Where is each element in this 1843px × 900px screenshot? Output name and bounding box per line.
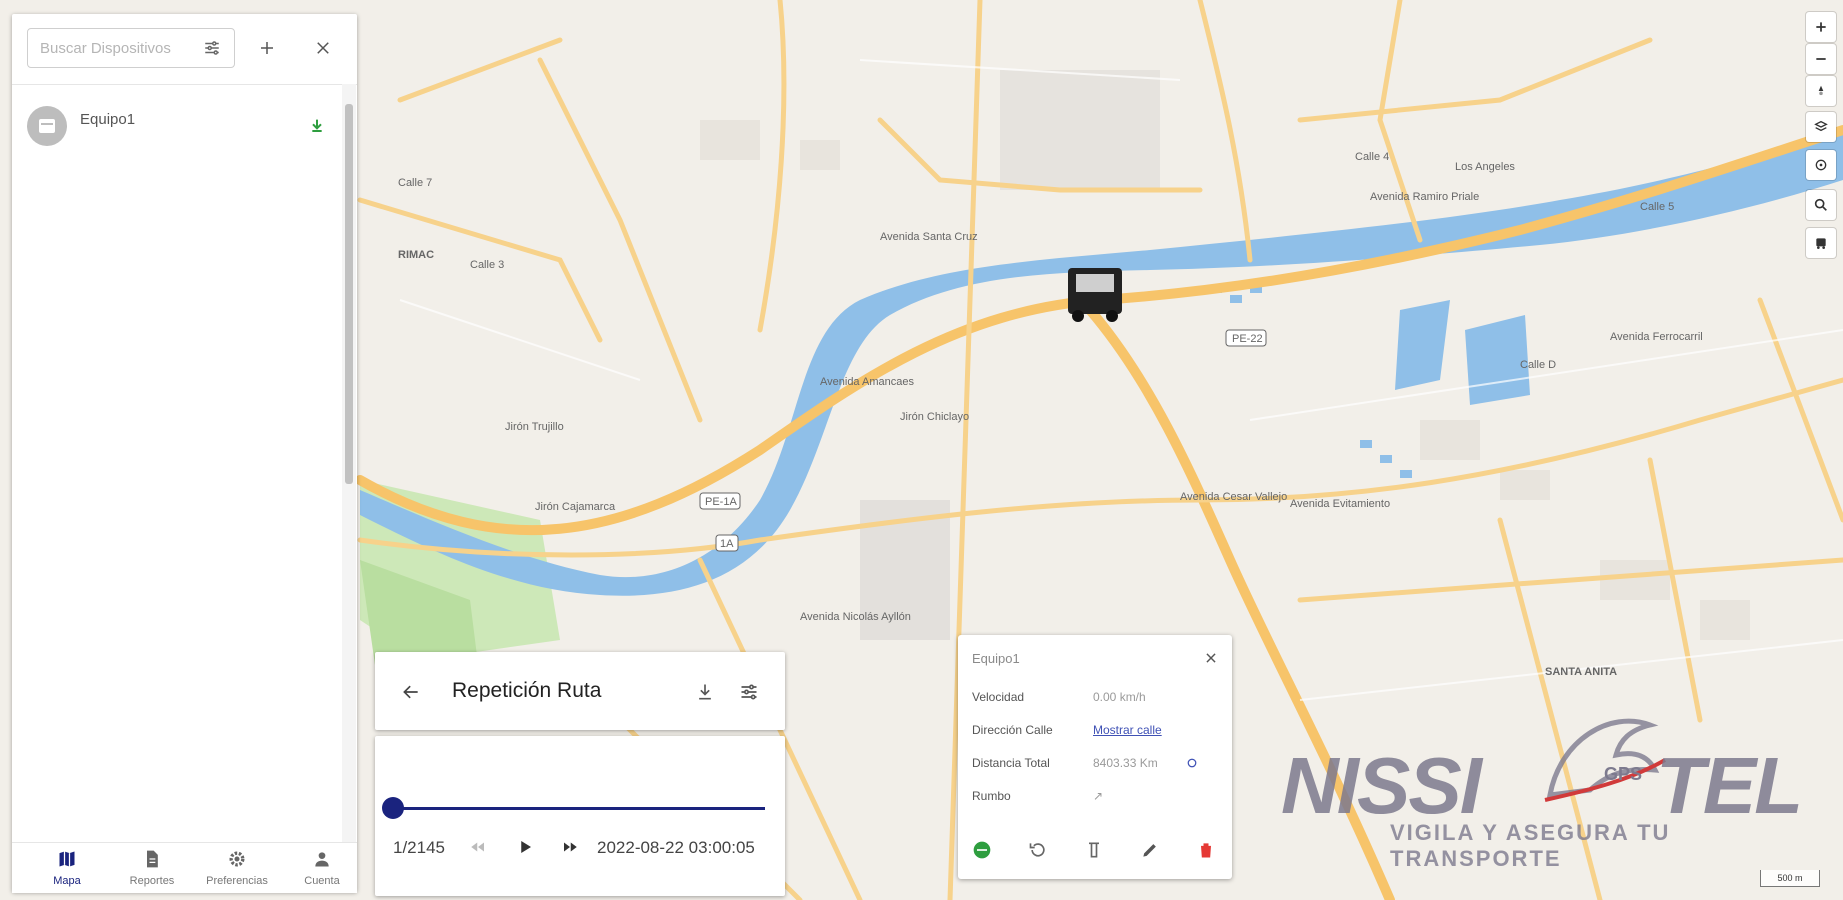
vehicle-toggle-button[interactable] <box>1806 228 1836 258</box>
replay-icon[interactable] <box>1026 838 1050 862</box>
svg-text:Avenida Santa Cruz: Avenida Santa Cruz <box>880 231 978 243</box>
nav-label: Preferencias <box>206 875 268 887</box>
search-input[interactable] <box>38 35 192 61</box>
popup-label: Rumbo <box>972 789 1011 803</box>
nav-label: Mapa <box>53 875 81 887</box>
nav-item-mapa[interactable]: Mapa <box>27 843 107 893</box>
gear-icon <box>227 849 247 869</box>
brand-gps: GPS <box>1604 764 1643 784</box>
scrollbar-thumb[interactable] <box>345 104 353 484</box>
replay-slider-track[interactable] <box>393 807 765 810</box>
popup-label: Dirección Calle <box>972 723 1053 737</box>
document-icon <box>142 849 162 869</box>
svg-text:Avenida Cesar Vallejo: Avenida Cesar Vallejo <box>1180 491 1287 503</box>
map-scale: 500 m <box>1760 870 1820 887</box>
nav-label: Cuenta <box>304 875 340 887</box>
nav-label: Reportes <box>129 875 175 887</box>
brand-suffix: TEL <box>1656 741 1803 830</box>
play-circle-icon[interactable] <box>970 838 994 862</box>
bottom-navigation: Mapa Reportes Preferencias Cuenta <box>12 842 357 893</box>
replay-timestamp: 2022-08-22 03:00:05 <box>597 838 755 857</box>
svg-text:Los Angeles: Los Angeles <box>1455 161 1515 173</box>
popup-device-name: Equipo1 <box>972 651 1020 666</box>
rewind-icon[interactable] <box>465 834 491 860</box>
svg-text:Avenida Ferrocarril: Avenida Ferrocarril <box>1610 331 1703 343</box>
device-popup: Equipo1 Velocidad 0.00 km/h Dirección Ca… <box>958 635 1232 879</box>
zoom-in-button[interactable] <box>1806 12 1836 42</box>
vehicle-marker[interactable] <box>1068 268 1122 322</box>
replay-slider-thumb[interactable] <box>382 797 404 819</box>
map-icon <box>57 849 77 869</box>
close-icon[interactable] <box>1200 647 1222 669</box>
nav-item-preferencias[interactable]: Preferencias <box>197 843 277 893</box>
popup-label: Velocidad <box>972 690 1025 704</box>
device-avatar <box>27 106 67 146</box>
nav-item-reportes[interactable]: Reportes <box>112 843 192 893</box>
info-icon[interactable] <box>1186 757 1198 769</box>
svg-text:Jirón Chiclayo: Jirón Chiclayo <box>900 411 969 423</box>
svg-text:Avenida Nicolás Ayllón: Avenida Nicolás Ayllón <box>800 611 911 623</box>
svg-text:Avenida Amancaes: Avenida Amancaes <box>820 376 914 388</box>
fast-forward-icon[interactable] <box>557 834 583 860</box>
heading-arrow-icon: ↗ <box>1093 789 1104 803</box>
svg-text:Calle 3: Calle 3 <box>470 259 504 271</box>
svg-text:Calle 5: Calle 5 <box>1640 201 1674 213</box>
layers-button[interactable] <box>1806 112 1836 142</box>
svg-text:SANTA ANITA: SANTA ANITA <box>1545 666 1617 678</box>
svg-text:Avenida Ramiro Priale: Avenida Ramiro Priale <box>1370 191 1479 203</box>
svg-text:Calle D: Calle D <box>1520 359 1556 371</box>
compass-button[interactable] <box>1806 76 1836 106</box>
person-icon <box>312 849 332 869</box>
replay-position: 1/2145 <box>393 838 445 857</box>
command-icon[interactable] <box>1082 838 1106 862</box>
download-icon[interactable] <box>691 678 719 706</box>
popup-label: Distancia Total <box>972 756 1050 770</box>
brand-tagline: VIGILA Y ASEGURA TU TRANSPORTE <box>1390 820 1671 871</box>
popup-actions <box>958 834 1232 866</box>
svg-text:Jirón Trujillo: Jirón Trujillo <box>505 421 564 433</box>
search-box[interactable] <box>27 28 235 68</box>
filter-icon[interactable] <box>200 36 224 60</box>
popup-value: 0.00 km/h <box>1093 690 1146 704</box>
svg-text:Calle 7: Calle 7 <box>398 177 432 189</box>
zoom-out-button[interactable] <box>1806 44 1836 74</box>
search-map-button[interactable] <box>1806 190 1836 220</box>
delete-icon[interactable] <box>1194 838 1218 862</box>
back-arrow-icon[interactable] <box>397 678 425 706</box>
replay-controls: 1/2145 2022-08-22 03:00:05 <box>375 736 785 896</box>
settings-sliders-icon[interactable] <box>735 678 763 706</box>
sidebar-scrollbar[interactable] <box>342 84 356 844</box>
svg-text:PE-1A: PE-1A <box>705 496 737 508</box>
edit-icon[interactable] <box>1138 838 1162 862</box>
locate-button[interactable] <box>1806 150 1836 180</box>
svg-text:RIMAC: RIMAC <box>398 249 434 261</box>
eagle-logo-icon <box>1544 718 1666 802</box>
svg-text:Jirón Cajamarca: Jirón Cajamarca <box>535 501 616 513</box>
arrow-down-icon <box>306 114 328 136</box>
brand-name: NISSI <box>1281 741 1482 830</box>
search-toolbar <box>12 14 357 85</box>
device-sidebar: Equipo1 Mapa Reportes Preferencias <box>12 14 357 893</box>
play-icon[interactable] <box>512 834 538 860</box>
svg-text:Avenida Evitamiento: Avenida Evitamiento <box>1290 498 1390 510</box>
device-name: Equipo1 <box>80 111 136 128</box>
popup-value: 8403.33 Km <box>1093 756 1158 770</box>
svg-text:1A: 1A <box>720 538 734 550</box>
add-device-icon[interactable] <box>255 36 279 60</box>
replay-title: Repetición Ruta <box>452 679 602 702</box>
device-list-item[interactable]: Equipo1 <box>12 94 342 150</box>
nav-item-cuenta[interactable]: Cuenta <box>282 843 362 893</box>
svg-text:PE-22: PE-22 <box>1232 333 1263 345</box>
svg-text:Calle 4: Calle 4 <box>1355 151 1389 163</box>
show-address-link[interactable]: Mostrar calle <box>1093 723 1162 737</box>
replay-header: Repetición Ruta <box>375 652 785 730</box>
close-icon[interactable] <box>311 36 335 60</box>
